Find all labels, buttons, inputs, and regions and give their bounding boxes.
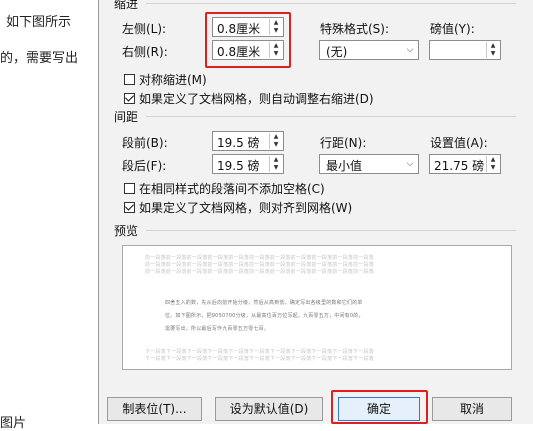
- preview-pane: 前一段落前一段落前一段落前一段落前一段落前一段落前一段落前一段落前一段落前一段落…: [122, 245, 512, 370]
- set-default-button[interactable]: 设为默认值(D): [215, 397, 323, 421]
- cancel-button[interactable]: 取消: [432, 397, 512, 421]
- line-spacing-select[interactable]: 最小值 ⌵: [319, 154, 419, 174]
- space-after-value: 19.5 磅: [217, 159, 260, 173]
- indent-divider: [146, 3, 516, 4]
- right-indent-label: 右侧(R):: [122, 45, 168, 59]
- line-spacing-label: 行距(N):: [320, 136, 367, 150]
- bg-text-3: 图片: [0, 416, 27, 431]
- line-at-value: 21.75 磅: [434, 159, 485, 173]
- preview-sample-line: 位。如下图所示，把9050700分级，从最高位百万位写起。九百零五万，中间有0的…: [165, 313, 364, 319]
- line-spacing-value: 最小值: [326, 159, 363, 173]
- snap-grid-option[interactable]: 如果定义了文档网格，则对齐到网格(W): [124, 199, 352, 216]
- by-value-spinner[interactable]: ▲ ▼: [429, 40, 501, 60]
- space-before-value: 19.5 磅: [217, 136, 260, 150]
- preview-sample-line: 需要写出，所以最后写作九百零五万零七百。: [165, 326, 270, 332]
- bg-text-1: 如下图所示: [6, 15, 72, 30]
- preview-next-line: 下一段落下一段落下一段落下一段落下一段落下一段落下一段落下一段落下一段落下一段落…: [145, 349, 374, 355]
- spinner-arrows-icon[interactable]: ▲ ▼: [486, 42, 499, 58]
- bg-text-2: 的，需要写出: [0, 51, 79, 66]
- spacing-section-title: 间距: [114, 110, 139, 124]
- tabs-button[interactable]: 制表位(T)...: [107, 397, 202, 421]
- spinner-arrows-icon[interactable]: ▲ ▼: [486, 156, 499, 172]
- spinner-arrows-icon[interactable]: ▲ ▼: [269, 133, 282, 149]
- ok-highlight-box: [331, 390, 428, 424]
- left-indent-label: 左侧(L):: [122, 22, 167, 36]
- indent-highlight-box: [205, 12, 291, 68]
- no-space-option[interactable]: 在相同样式的段落间不添加空格(C): [124, 180, 325, 197]
- space-before-spinner[interactable]: 19.5 磅 ▲ ▼: [212, 131, 284, 151]
- line-at-spinner[interactable]: 21.75 磅 ▲ ▼: [429, 154, 501, 174]
- mirror-indent-label: 对称缩进(M): [139, 73, 207, 87]
- mirror-indent-option[interactable]: 对称缩进(M): [124, 71, 207, 88]
- by-value-label: 磅值(Y):: [430, 22, 475, 36]
- spacing-divider: [146, 116, 516, 117]
- no-space-checkbox[interactable]: [124, 183, 135, 194]
- special-format-label: 特殊格式(S):: [320, 22, 390, 36]
- special-format-select[interactable]: (无) ⌵: [319, 40, 419, 60]
- mirror-indent-checkbox[interactable]: [124, 74, 135, 85]
- preview-section-title: 预览: [114, 224, 139, 238]
- preview-divider: [146, 230, 516, 231]
- spinner-arrows-icon[interactable]: ▲ ▼: [269, 156, 282, 172]
- line-at-label: 设置值(A):: [430, 136, 488, 150]
- snap-grid-checkbox[interactable]: [124, 202, 135, 213]
- space-after-label: 段后(F):: [122, 159, 167, 173]
- preview-prev-line: 前一段落前一段落前一段落前一段落前一段落前一段落前一段落前一段落前一段落前一段落…: [145, 269, 374, 275]
- chevron-down-icon[interactable]: ⌵: [402, 155, 418, 173]
- auto-right-indent-label: 如果定义了文档网格，则自动调整右缩进(D): [139, 92, 374, 106]
- preview-next-line: 下一段落下一段落下一段落下一段落下一段落下一段落下一段落下一段落下一段落下一段落…: [145, 356, 374, 362]
- auto-right-indent-checkbox[interactable]: [124, 93, 135, 104]
- chevron-down-icon[interactable]: ⌵: [402, 41, 418, 59]
- no-space-label: 在相同样式的段落间不添加空格(C): [139, 182, 325, 196]
- special-format-value: (无): [326, 45, 348, 59]
- space-before-label: 段前(B):: [122, 136, 168, 150]
- auto-right-indent-option[interactable]: 如果定义了文档网格，则自动调整右缩进(D): [124, 90, 374, 107]
- snap-grid-label: 如果定义了文档网格，则对齐到网格(W): [139, 201, 353, 215]
- preview-prev-line: 前一段落前一段落前一段落前一段落前一段落前一段落前一段落前一段落前一段落前一段落…: [145, 255, 374, 261]
- preview-sample-line: 四舍五入的数，先从后向前开始分级，然后从高到低，确定写出各级里的数和它们的单: [165, 300, 363, 306]
- space-after-spinner[interactable]: 19.5 磅 ▲ ▼: [212, 154, 284, 174]
- indent-section-title: 缩进: [114, 0, 139, 11]
- preview-prev-line: 前一段落前一段落前一段落前一段落前一段落前一段落前一段落前一段落前一段落前一段落…: [145, 262, 374, 268]
